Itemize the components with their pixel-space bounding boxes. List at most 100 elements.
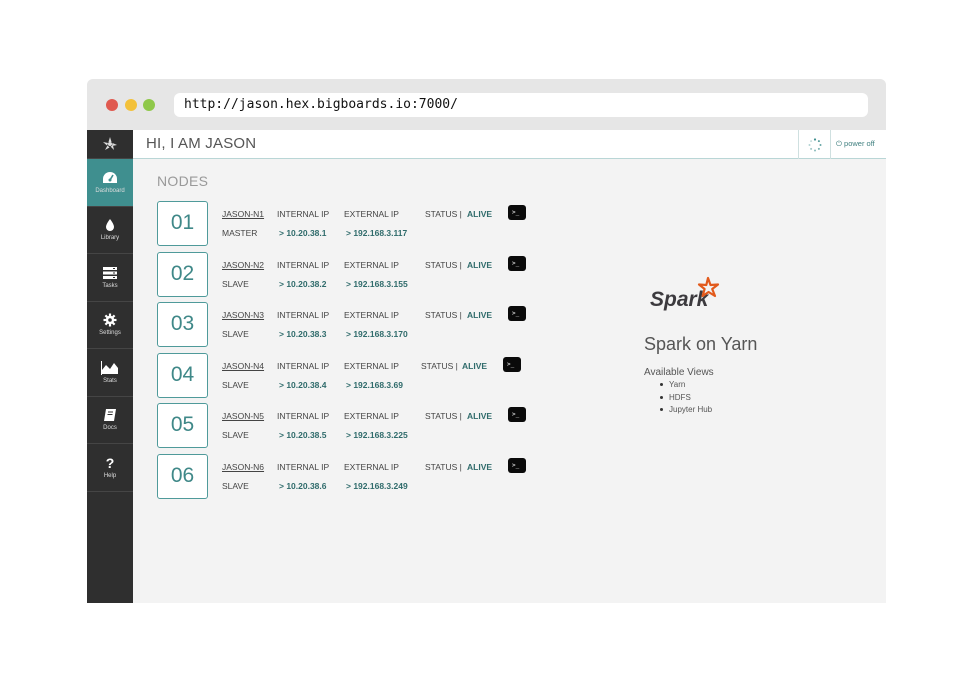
gear-icon: [103, 313, 117, 327]
sidebar-item-library[interactable]: Library: [87, 207, 133, 254]
node-row: 06 JASON-N6 SLAVE INTERNAL IP > 10.20.38…: [157, 454, 537, 499]
node-role: SLAVE: [222, 380, 249, 390]
internal-ip: > 10.20.38.6: [279, 481, 327, 491]
page-title: HI, I AM JASON: [146, 135, 257, 152]
node-row: 03 JASON-N3 SLAVE INTERNAL IP > 10.20.38…: [157, 302, 537, 347]
terminal-button[interactable]: >_: [508, 256, 526, 271]
internal-ip: > 10.20.38.5: [279, 430, 327, 440]
main-content: NODES 01 JASON-N1 MASTER INTERNAL IP > 1…: [133, 160, 886, 603]
node-name-link[interactable]: JASON-N4: [222, 361, 264, 371]
power-off-button[interactable]: ⏻ power off: [836, 139, 875, 149]
area-chart-icon: [101, 360, 118, 375]
node-row: 04 JASON-N4 SLAVE INTERNAL IP > 10.20.38…: [157, 353, 537, 398]
sidebar-item-dashboard[interactable]: Dashboard: [87, 159, 133, 207]
terminal-button[interactable]: >_: [508, 205, 526, 220]
node-number: 05: [157, 403, 208, 448]
top-bar: HI, I AM JASON ⏻ power off: [133, 130, 886, 159]
sidebar-item-docs[interactable]: Docs: [87, 397, 133, 444]
sidebar-item-label: Settings: [99, 330, 121, 337]
sidebar-item-label: Tasks: [102, 282, 118, 289]
nodes-heading: NODES: [157, 173, 209, 189]
status-badge: ALIVE: [462, 361, 488, 371]
browser-chrome: http://jason.hex.bigboards.io:7000/: [87, 79, 886, 130]
node-row: 01 JASON-N1 MASTER INTERNAL IP > 10.20.3…: [157, 201, 537, 246]
status-badge: ALIVE: [467, 411, 493, 421]
sidebar-item-label: Library: [100, 235, 120, 242]
power-icon: ⏻: [836, 139, 842, 148]
terminal-button[interactable]: >_: [508, 306, 526, 321]
close-window-button[interactable]: [106, 99, 118, 111]
external-ip-label: EXTERNAL IP: [344, 310, 399, 320]
node-name-link[interactable]: JASON-N2: [222, 260, 264, 270]
browser-window: http://jason.hex.bigboards.io:7000/ Dash…: [87, 79, 886, 603]
status-label: STATUS |: [425, 462, 462, 472]
status-label: STATUS |: [425, 310, 462, 320]
node-name-link[interactable]: JASON-N3: [222, 310, 264, 320]
internal-ip: > 10.20.38.4: [279, 380, 327, 390]
external-ip: > 192.168.3.117: [346, 228, 408, 238]
external-ip-label: EXTERNAL IP: [344, 361, 399, 371]
node-name-link[interactable]: JASON-N1: [222, 209, 264, 219]
terminal-button[interactable]: >_: [503, 357, 521, 372]
question-icon: ?: [105, 454, 115, 471]
terminal-button[interactable]: >_: [508, 458, 526, 473]
available-views-list: Yarn HDFS Jupyter Hub: [657, 380, 712, 418]
external-ip-label: EXTERNAL IP: [344, 209, 399, 219]
node-role: MASTER: [222, 228, 258, 238]
external-ip: > 192.168.3.69: [346, 380, 403, 390]
sidebar-item-help[interactable]: ? Help: [87, 444, 133, 492]
node-number: 06: [157, 454, 208, 499]
node-number: 02: [157, 252, 208, 297]
view-link-yarn[interactable]: Yarn: [657, 380, 712, 393]
node-row: 05 JASON-N5 SLAVE INTERNAL IP > 10.20.38…: [157, 403, 537, 448]
node-role: SLAVE: [222, 430, 249, 440]
node-role: SLAVE: [222, 279, 249, 289]
internal-ip-label: INTERNAL IP: [277, 361, 330, 371]
view-link-hdfs[interactable]: HDFS: [657, 393, 712, 406]
app-title: Spark on Yarn: [644, 334, 758, 354]
external-ip-label: EXTERNAL IP: [344, 462, 399, 472]
internal-ip-label: INTERNAL IP: [277, 462, 330, 472]
node-role: SLAVE: [222, 329, 249, 339]
address-bar[interactable]: http://jason.hex.bigboards.io:7000/: [174, 93, 868, 117]
sidebar-item-settings[interactable]: Settings: [87, 302, 133, 349]
minimize-window-button[interactable]: [125, 99, 137, 111]
dashboard-icon: [103, 171, 117, 183]
internal-ip: > 10.20.38.1: [279, 228, 327, 238]
external-ip-label: EXTERNAL IP: [344, 411, 399, 421]
sidebar: Dashboard Library Tasks Settings Stats D…: [87, 130, 133, 603]
view-link-jupyter-hub[interactable]: Jupyter Hub: [657, 405, 712, 418]
power-off-label: power off: [844, 139, 875, 148]
node-name-link[interactable]: JASON-N6: [222, 462, 264, 472]
external-ip: > 192.168.3.225: [346, 430, 408, 440]
tasks-icon: [103, 266, 117, 279]
status-label: STATUS |: [425, 411, 462, 421]
external-ip: > 192.168.3.170: [346, 329, 408, 339]
terminal-button[interactable]: >_: [508, 407, 526, 422]
sidebar-item-tasks[interactable]: Tasks: [87, 254, 133, 302]
app-logo-icon[interactable]: [87, 130, 133, 159]
node-name-link[interactable]: JASON-N5: [222, 411, 264, 421]
external-ip: > 192.168.3.249: [346, 481, 408, 491]
loading-spinner-button[interactable]: [798, 130, 831, 159]
node-number: 03: [157, 302, 208, 347]
sidebar-item-label: Dashboard: [95, 187, 125, 194]
spark-logo: Spark: [650, 276, 722, 317]
node-role: SLAVE: [222, 481, 249, 491]
external-ip: > 192.168.3.155: [346, 279, 408, 289]
internal-ip-label: INTERNAL IP: [277, 260, 330, 270]
sidebar-item-stats[interactable]: Stats: [87, 349, 133, 397]
book-icon: [104, 409, 116, 422]
status-badge: ALIVE: [467, 310, 493, 320]
status-badge: ALIVE: [467, 209, 493, 219]
status-label: STATUS |: [421, 361, 458, 371]
node-number: 01: [157, 201, 208, 246]
node-row: 02 JASON-N2 SLAVE INTERNAL IP > 10.20.38…: [157, 252, 537, 297]
status-label: STATUS |: [425, 209, 462, 219]
droplet-icon: [106, 219, 114, 232]
internal-ip: > 10.20.38.2: [279, 279, 327, 289]
status-label: STATUS |: [425, 260, 462, 270]
maximize-window-button[interactable]: [143, 99, 155, 111]
node-number: 04: [157, 353, 208, 398]
spinner-icon: [808, 137, 821, 151]
